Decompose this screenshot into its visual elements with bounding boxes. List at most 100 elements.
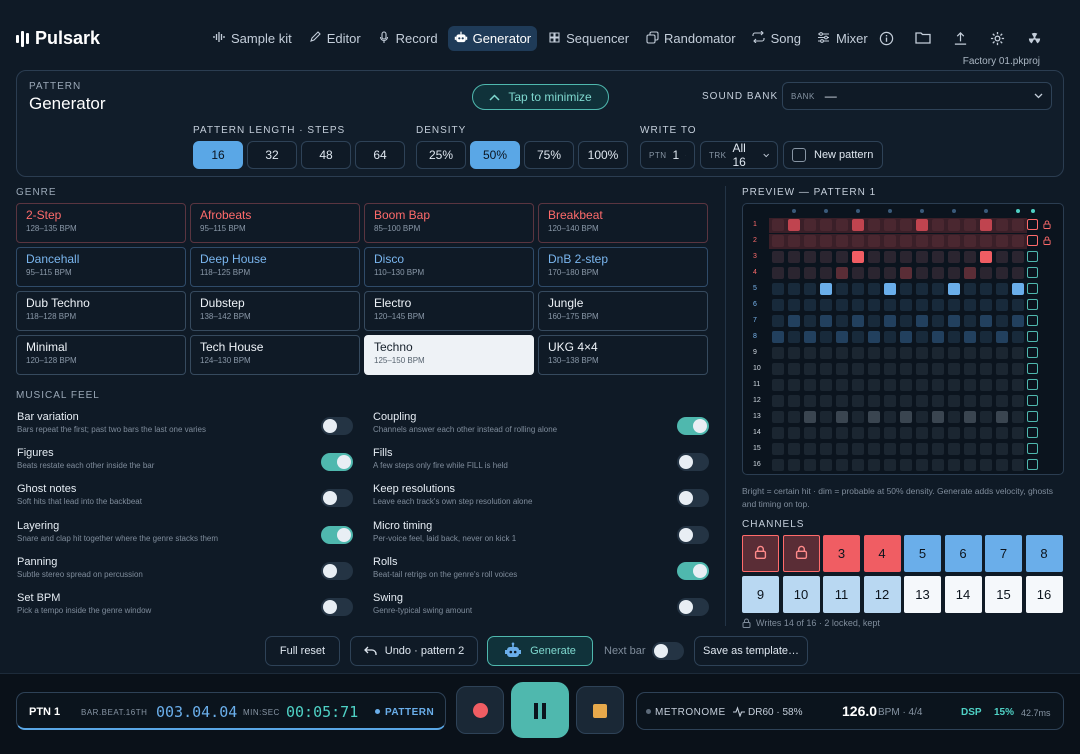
row-end-marker[interactable] [1027, 283, 1038, 294]
step-cell[interactable] [868, 363, 880, 375]
step-cell[interactable] [868, 411, 880, 423]
step-cell[interactable] [852, 219, 864, 231]
bpm-value[interactable]: 126.0 [842, 703, 877, 719]
step-cell[interactable] [852, 459, 864, 471]
step-cell[interactable] [1012, 235, 1024, 247]
step-cell[interactable] [788, 331, 800, 343]
step-cell[interactable] [772, 427, 784, 439]
step-cell[interactable] [884, 283, 896, 295]
row-end-marker[interactable] [1027, 443, 1038, 454]
step-cell[interactable] [1012, 219, 1024, 231]
step-cell[interactable] [996, 379, 1008, 391]
step-cell[interactable] [900, 347, 912, 359]
step-cell[interactable] [836, 395, 848, 407]
step-cell[interactable] [948, 443, 960, 455]
step-cell[interactable] [916, 347, 928, 359]
genre-card[interactable]: UKG 4×4 130–138 BPM [538, 335, 708, 375]
step-cell[interactable] [964, 299, 976, 311]
genre-card[interactable]: Boom Bap 85–100 BPM [364, 203, 534, 243]
step-cell[interactable] [868, 443, 880, 455]
channel-button[interactable]: 5 [904, 535, 941, 572]
channel-button[interactable]: 4 [863, 535, 901, 572]
genre-card[interactable]: Disco 110–130 BPM [364, 247, 534, 287]
generate-button[interactable]: Generate [487, 636, 593, 666]
step-cell[interactable] [964, 347, 976, 359]
genre-card[interactable]: Deep House 118–125 BPM [190, 247, 360, 287]
step-cell[interactable] [948, 411, 960, 423]
step-cell[interactable] [772, 283, 784, 295]
new-pattern-checkbox[interactable]: New pattern [783, 141, 883, 169]
genre-card[interactable]: Dancehall 95–115 BPM [16, 247, 186, 287]
step-cell[interactable] [884, 379, 896, 391]
step-cell[interactable] [852, 347, 864, 359]
step-cell[interactable] [836, 331, 848, 343]
step-cell[interactable] [868, 283, 880, 295]
step-cell[interactable] [916, 267, 928, 279]
step-cell[interactable] [884, 299, 896, 311]
step-cell[interactable] [884, 219, 896, 231]
step-cell[interactable] [820, 235, 832, 247]
density-option[interactable]: 50% [470, 141, 520, 169]
step-cell[interactable] [916, 235, 928, 247]
feel-toggle[interactable] [677, 525, 709, 544]
step-cell[interactable] [884, 251, 896, 263]
feel-toggle[interactable] [677, 561, 709, 580]
step-cell[interactable] [916, 411, 928, 423]
step-cell[interactable] [996, 459, 1008, 471]
step-cell[interactable] [932, 331, 944, 343]
step-cell[interactable] [932, 379, 944, 391]
step-cell[interactable] [788, 219, 800, 231]
genre-card[interactable]: 2-Step 128–135 BPM [16, 203, 186, 243]
step-cell[interactable] [884, 267, 896, 279]
step-cell[interactable] [996, 235, 1008, 247]
step-cell[interactable] [948, 315, 960, 327]
step-cell[interactable] [932, 363, 944, 375]
step-cell[interactable] [868, 267, 880, 279]
step-cell[interactable] [836, 443, 848, 455]
step-cell[interactable] [900, 299, 912, 311]
step-cell[interactable] [900, 251, 912, 263]
row-end-marker[interactable] [1027, 219, 1038, 230]
step-cell[interactable] [836, 219, 848, 231]
feel-toggle[interactable] [677, 417, 709, 435]
step-cell[interactable] [804, 251, 816, 263]
row-end-marker[interactable] [1027, 267, 1038, 278]
step-cell[interactable] [804, 427, 816, 439]
step-cell[interactable] [772, 331, 784, 343]
step-cell[interactable] [1012, 427, 1024, 439]
step-cell[interactable] [916, 363, 928, 375]
info-icon[interactable] [876, 28, 896, 48]
length-option[interactable]: 16 [193, 141, 243, 169]
step-cell[interactable] [916, 459, 928, 471]
step-cell[interactable] [820, 427, 832, 439]
step-cell[interactable] [804, 283, 816, 295]
step-cell[interactable] [996, 427, 1008, 439]
step-cell[interactable] [836, 363, 848, 375]
nav-sample-kit[interactable]: Sample kit [206, 26, 298, 51]
step-cell[interactable] [900, 331, 912, 343]
step-cell[interactable] [900, 267, 912, 279]
step-cell[interactable] [852, 411, 864, 423]
step-cell[interactable] [948, 347, 960, 359]
step-cell[interactable] [996, 219, 1008, 231]
step-cell[interactable] [772, 411, 784, 423]
channel-button[interactable]: 7 [985, 535, 1022, 572]
channel-button[interactable] [782, 535, 820, 572]
step-cell[interactable] [852, 283, 864, 295]
step-cell[interactable] [820, 283, 832, 295]
step-cell[interactable] [964, 363, 976, 375]
step-cell[interactable] [932, 267, 944, 279]
feel-toggle[interactable] [677, 598, 709, 616]
step-cell[interactable] [948, 283, 960, 295]
step-cell[interactable] [932, 251, 944, 263]
step-cell[interactable] [852, 395, 864, 407]
step-cell[interactable] [868, 235, 880, 247]
row-end-marker[interactable] [1027, 299, 1038, 310]
step-cell[interactable] [980, 299, 992, 311]
step-cell[interactable] [820, 267, 832, 279]
trk-select[interactable]: TRK All 16 [700, 141, 778, 169]
step-cell[interactable] [884, 443, 896, 455]
step-cell[interactable] [772, 363, 784, 375]
step-cell[interactable] [980, 267, 992, 279]
step-cell[interactable] [836, 283, 848, 295]
